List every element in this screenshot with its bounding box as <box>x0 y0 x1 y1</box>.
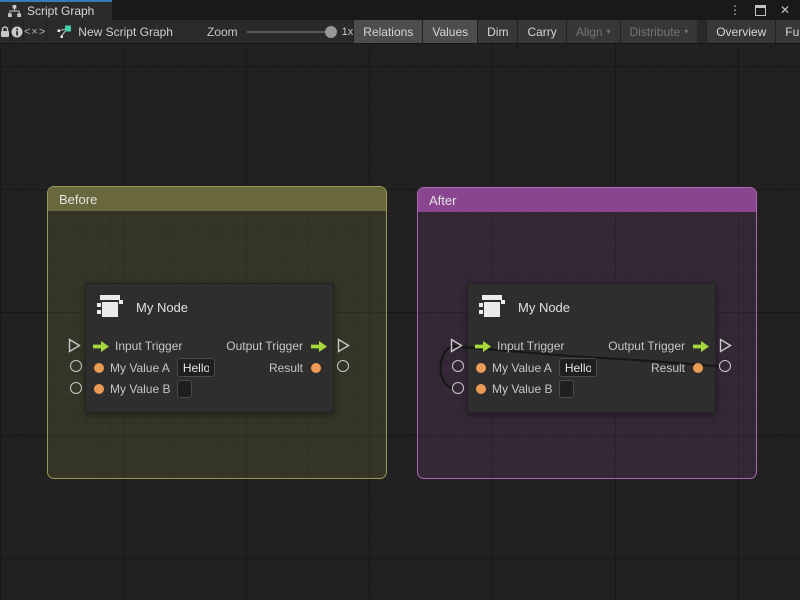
overview-button[interactable]: Overview <box>706 20 775 43</box>
dim-label: Dim <box>487 25 508 39</box>
tab-script-graph[interactable]: Script Graph <box>0 0 112 20</box>
window-titlebar: Script Graph ⋮ ✕ <box>0 0 800 20</box>
no-graph-indicator[interactable]: <×> <box>24 20 47 43</box>
overview-label: Overview <box>716 25 766 39</box>
node-my-node-after[interactable]: My Node Input Trigger Output Trigger My … <box>467 283 716 413</box>
tab-title: Script Graph <box>27 4 94 18</box>
fullscreen-button[interactable]: Full Screen <box>775 20 800 43</box>
outer-control-output-port[interactable] <box>337 338 350 353</box>
outer-value-b-port[interactable] <box>70 382 82 394</box>
value-port-result-icon[interactable] <box>311 363 321 373</box>
value-a-field[interactable] <box>559 358 597 377</box>
distribute-dropdown[interactable]: Distribute ▾ <box>620 20 698 43</box>
value-port-a-icon[interactable] <box>476 363 486 373</box>
node-title: My Node <box>518 300 570 315</box>
graph-name: New Script Graph <box>78 25 173 39</box>
align-dropdown[interactable]: Align ▾ <box>566 20 620 43</box>
graph-toolbar: <×> New Script Graph Zoom 1x Relations V… <box>0 20 800 44</box>
info-button[interactable] <box>11 20 24 43</box>
value-b-field[interactable] <box>559 380 574 398</box>
unit-icon <box>479 293 505 321</box>
port-label-value-b: My Value B <box>492 382 552 396</box>
close-icon[interactable]: ✕ <box>780 4 790 16</box>
relations-button[interactable]: Relations <box>353 20 422 43</box>
zoom-slider[interactable] <box>247 31 333 33</box>
group-after-header[interactable]: After <box>418 188 756 212</box>
outer-result-port[interactable] <box>337 360 349 372</box>
port-label-input-trigger: Input Trigger <box>497 339 564 353</box>
info-icon <box>11 26 23 38</box>
distribute-label: Distribute <box>630 25 681 39</box>
value-port-result-icon[interactable] <box>693 363 703 373</box>
control-input-icon[interactable] <box>475 341 491 352</box>
port-label-result: Result <box>651 361 685 375</box>
outer-result-port[interactable] <box>719 360 731 372</box>
graph-asset-icon <box>57 25 71 39</box>
control-input-icon[interactable] <box>93 341 109 352</box>
window-menu-icon[interactable]: ⋮ <box>729 4 741 16</box>
value-port-b-icon[interactable] <box>94 384 104 394</box>
chevron-down-icon: ▾ <box>607 28 611 36</box>
port-label-input-trigger: Input Trigger <box>115 339 182 353</box>
maximize-icon[interactable] <box>755 5 766 16</box>
group-after-title: After <box>429 193 456 208</box>
outer-value-b-port[interactable] <box>452 382 464 394</box>
zoom-label: Zoom <box>207 25 238 39</box>
graph-canvas[interactable]: Before After My Node Input Trigger Outp <box>0 44 800 600</box>
dim-button[interactable]: Dim <box>477 20 517 43</box>
lock-icon <box>0 26 10 38</box>
outer-value-a-port[interactable] <box>70 360 82 372</box>
value-port-b-icon[interactable] <box>476 384 486 394</box>
values-button[interactable]: Values <box>422 20 477 43</box>
relations-label: Relations <box>363 25 413 39</box>
group-before-header[interactable]: Before <box>48 187 386 211</box>
control-output-icon[interactable] <box>311 341 327 352</box>
unit-icon <box>97 293 123 321</box>
port-label-result: Result <box>269 361 303 375</box>
node-title: My Node <box>136 300 188 315</box>
group-before-title: Before <box>59 192 97 207</box>
port-label-value-a: My Value A <box>110 361 170 375</box>
lock-button[interactable] <box>0 20 11 43</box>
node-header: My Node <box>86 284 333 330</box>
port-label-value-a: My Value A <box>492 361 552 375</box>
graph-reference-button[interactable]: New Script Graph <box>47 20 183 43</box>
node-header: My Node <box>468 284 715 330</box>
align-label: Align <box>576 25 603 39</box>
outer-control-output-port[interactable] <box>719 338 732 353</box>
zoom-control: Zoom 1x <box>207 20 353 43</box>
port-label-value-b: My Value B <box>110 382 170 396</box>
carry-button[interactable]: Carry <box>517 20 565 43</box>
port-label-output-trigger: Output Trigger <box>226 339 303 353</box>
value-port-a-icon[interactable] <box>94 363 104 373</box>
hierarchy-icon <box>8 5 21 17</box>
values-label: Values <box>432 25 468 39</box>
zoom-slider-handle[interactable] <box>325 26 337 38</box>
zoom-value: 1x <box>342 26 354 38</box>
node-my-node-before[interactable]: My Node Input Trigger Output Trigger My … <box>85 283 334 413</box>
port-label-output-trigger: Output Trigger <box>608 339 685 353</box>
control-output-icon[interactable] <box>693 341 709 352</box>
code-badge-icon: <×> <box>24 26 46 38</box>
value-b-field[interactable] <box>177 380 192 398</box>
carry-label: Carry <box>527 25 556 39</box>
outer-value-a-port[interactable] <box>452 360 464 372</box>
outer-control-input-port[interactable] <box>68 338 81 353</box>
value-a-field[interactable] <box>177 358 215 377</box>
chevron-down-icon: ▾ <box>684 28 688 36</box>
fullscreen-label: Full Screen <box>785 25 800 39</box>
outer-control-input-port[interactable] <box>450 338 463 353</box>
